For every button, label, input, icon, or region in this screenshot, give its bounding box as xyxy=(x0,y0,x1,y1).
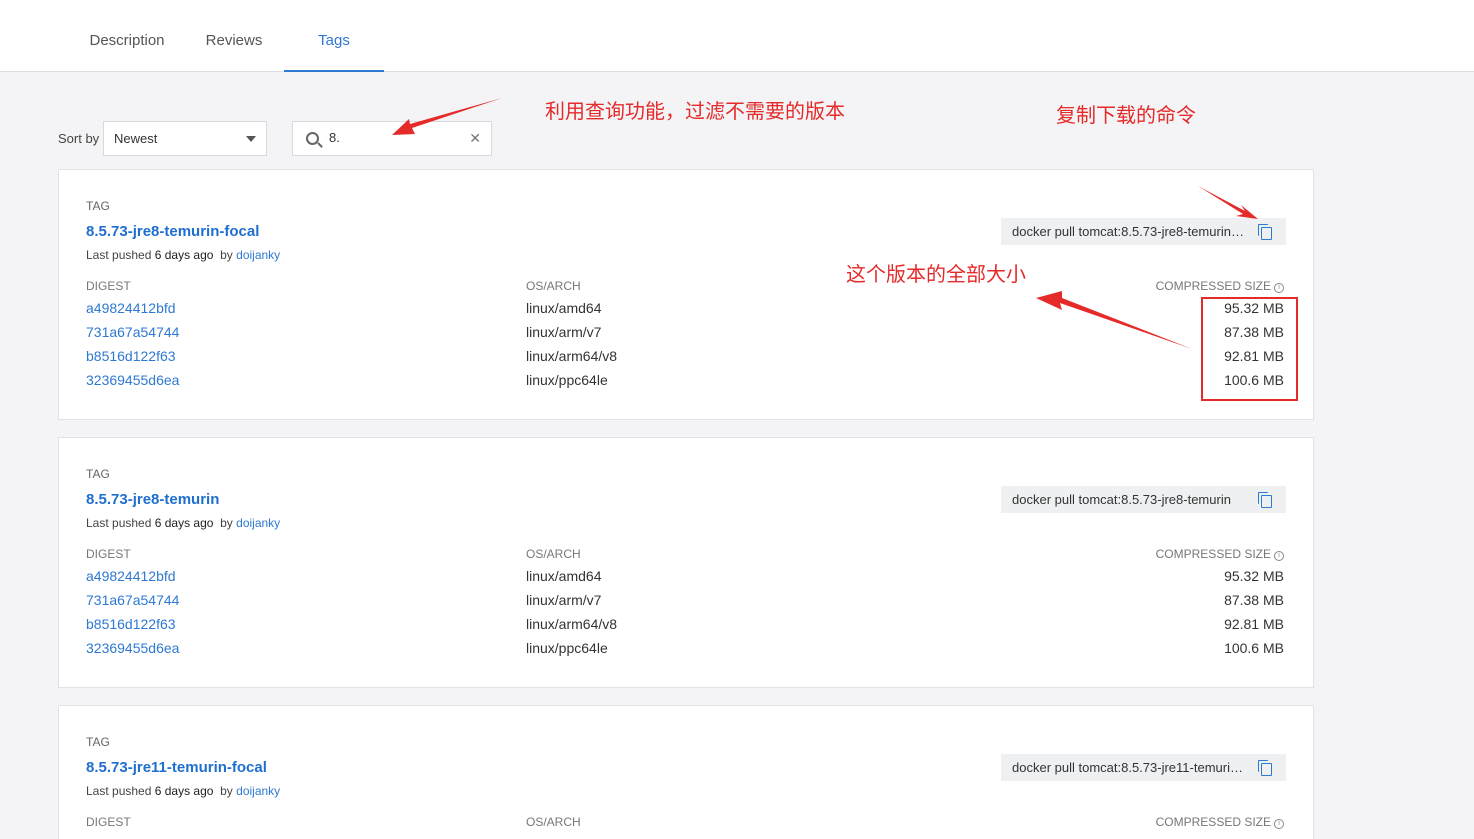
arrow-to-size-note xyxy=(1036,291,1192,349)
arrow-to-copy xyxy=(1198,186,1258,219)
arrow-to-search xyxy=(392,98,502,135)
annotation-arrows xyxy=(392,98,1258,349)
